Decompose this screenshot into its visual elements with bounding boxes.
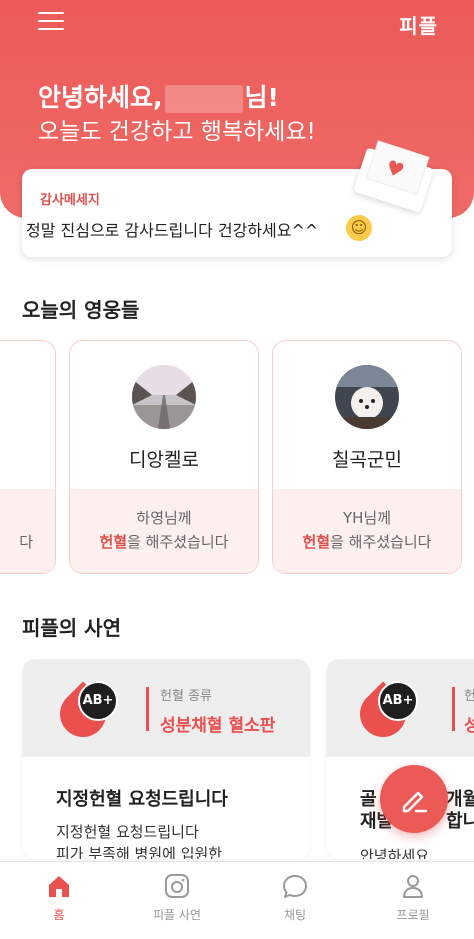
stories-section-title: 피플의 사연 <box>22 616 121 640</box>
hero-name: 칠곡군민 <box>332 449 402 471</box>
heroes-section-title: 오늘의 영웅들 <box>22 298 140 322</box>
hero-card[interactable]: 다 <box>0 340 56 574</box>
blood-type-badge: AB+ <box>378 681 418 721</box>
write-button[interactable] <box>380 765 448 833</box>
tab-chat[interactable]: 채팅 <box>236 862 354 939</box>
hero-card-action: 헌혈을 해주셨습니다 <box>302 533 432 551</box>
pencil-icon <box>402 791 428 813</box>
tab-label: 피플 사연 <box>153 908 201 922</box>
greeting-title: 안녕하세요, 님! <box>38 78 279 114</box>
tab-label: 프로필 <box>396 908 430 922</box>
home-icon <box>49 876 69 897</box>
story-body: 지정헌혈 요청드립니다 피가 부족해 병원에 입원한 <box>56 823 223 859</box>
greeting-subtitle: 오늘도 건강하고 행복하세요! <box>38 119 316 145</box>
story-title-line2-end: 합니 <box>446 811 474 832</box>
blood-type-badge: AB+ <box>78 681 118 721</box>
tab-label: 홈 <box>53 908 65 922</box>
story-body: 안녕하세요 <box>360 847 430 859</box>
avatar <box>335 365 399 429</box>
thanks-card-title: 감사메세지 <box>40 193 100 208</box>
hero-recipient: YH님께 <box>342 509 392 527</box>
app-logo: 피플 <box>399 14 438 38</box>
hero-recipient: 하영님께 <box>136 509 192 527</box>
hero-card-action: 다 <box>19 533 33 551</box>
thanks-card-message: 정말 진심으로 감사드립니다 건강하세요^^ <box>26 221 319 240</box>
hero-card[interactable]: 디앙켈로 하영님께 헌혈을 해주셨습니다 <box>69 340 259 574</box>
hero-card[interactable]: 칠곡군민 YH님께 헌혈을 해주셨습니다 <box>272 340 462 574</box>
tab-profile[interactable]: 프로필 <box>354 862 472 939</box>
hero-card-action: 헌혈을 해주셨습니다 <box>99 533 229 551</box>
chat-bubble-icon <box>283 875 307 898</box>
hero-name: 디앙켈로 <box>129 449 199 471</box>
bottom-tab-bar: 홈 피플 사연 채팅 프로필 <box>0 861 474 939</box>
blood-kind-value: 성 <box>464 716 474 736</box>
story-card[interactable]: AB+ 헌혈 종류 성분채혈 혈소판 지정헌혈 요청드립니다 지정헌혈 요청드립… <box>22 659 310 859</box>
blood-kind-label: 헌혈 종류 <box>160 689 212 704</box>
camera-frame-icon <box>165 874 189 898</box>
story-title: 지정헌혈 요청드립니다 <box>56 789 228 810</box>
menu-icon[interactable] <box>38 12 64 32</box>
avatar <box>132 365 196 429</box>
greeting-prefix: 안녕하세요, <box>38 83 163 112</box>
greeting-suffix: 님! <box>244 83 279 112</box>
tab-label: 채팅 <box>283 908 307 922</box>
tab-home[interactable]: 홈 <box>0 862 118 939</box>
app-screen: 피플 안녕하세요, 님! 오늘도 건강하고 행복하세요! 감사메세지 정말 진심으… <box>0 0 474 939</box>
tab-stories[interactable]: 피플 사연 <box>118 862 236 939</box>
person-icon <box>403 875 423 898</box>
blurred-username <box>164 85 243 113</box>
blood-kind-value: 성분채혈 혈소판 <box>160 716 276 736</box>
smile-emoji-icon: ☺ <box>346 215 372 241</box>
blood-kind-label: 헌 <box>464 689 474 704</box>
